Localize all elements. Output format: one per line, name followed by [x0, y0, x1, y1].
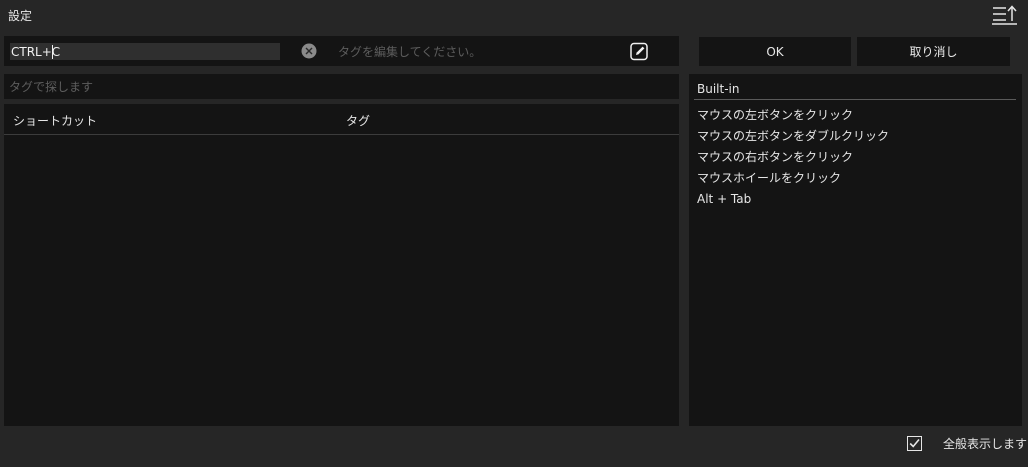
builtin-item-left-double-click[interactable]: マウスの左ボタンをダブルクリック — [697, 128, 889, 149]
show-all-label: 全般表示します — [943, 436, 1028, 451]
builtin-item-right-click[interactable]: マウスの右ボタンをクリック — [697, 149, 889, 170]
clear-circle-icon[interactable] — [301, 43, 317, 59]
text-caret — [52, 45, 53, 59]
tag-search-bar — [4, 74, 679, 99]
column-header-shortcut[interactable]: ショートカット — [13, 112, 97, 129]
shortcut-editor — [4, 36, 679, 66]
column-header-tag[interactable]: タグ — [346, 112, 370, 129]
menu-sort-up-icon[interactable] — [990, 4, 1020, 26]
builtin-header: Built-in — [694, 82, 1016, 100]
tag-search-input[interactable] — [9, 78, 669, 95]
shortcut-input[interactable] — [10, 43, 280, 60]
show-all-option: 全般表示します — [907, 435, 1027, 451]
builtin-panel: Built-in マウスの左ボタンをクリック マウスの左ボタンをダブルクリック … — [689, 74, 1022, 426]
edit-pencil-icon[interactable] — [630, 42, 649, 61]
cancel-button[interactable]: 取り消し — [857, 37, 1010, 66]
shortcut-table: ショートカット タグ — [4, 104, 679, 426]
show-all-checkbox[interactable] — [907, 435, 922, 451]
builtin-list: マウスの左ボタンをクリック マウスの左ボタンをダブルクリック マウスの右ボタンを… — [697, 107, 889, 212]
builtin-item-alt-tab[interactable]: Alt + Tab — [697, 191, 889, 212]
tag-input[interactable] — [338, 43, 608, 60]
window-title: 設定 — [8, 9, 33, 23]
builtin-item-wheel-click[interactable]: マウスホイールをクリック — [697, 170, 889, 191]
builtin-item-left-click[interactable]: マウスの左ボタンをクリック — [697, 107, 889, 128]
ok-button[interactable]: OK — [699, 37, 851, 66]
table-header: ショートカット タグ — [4, 104, 679, 135]
